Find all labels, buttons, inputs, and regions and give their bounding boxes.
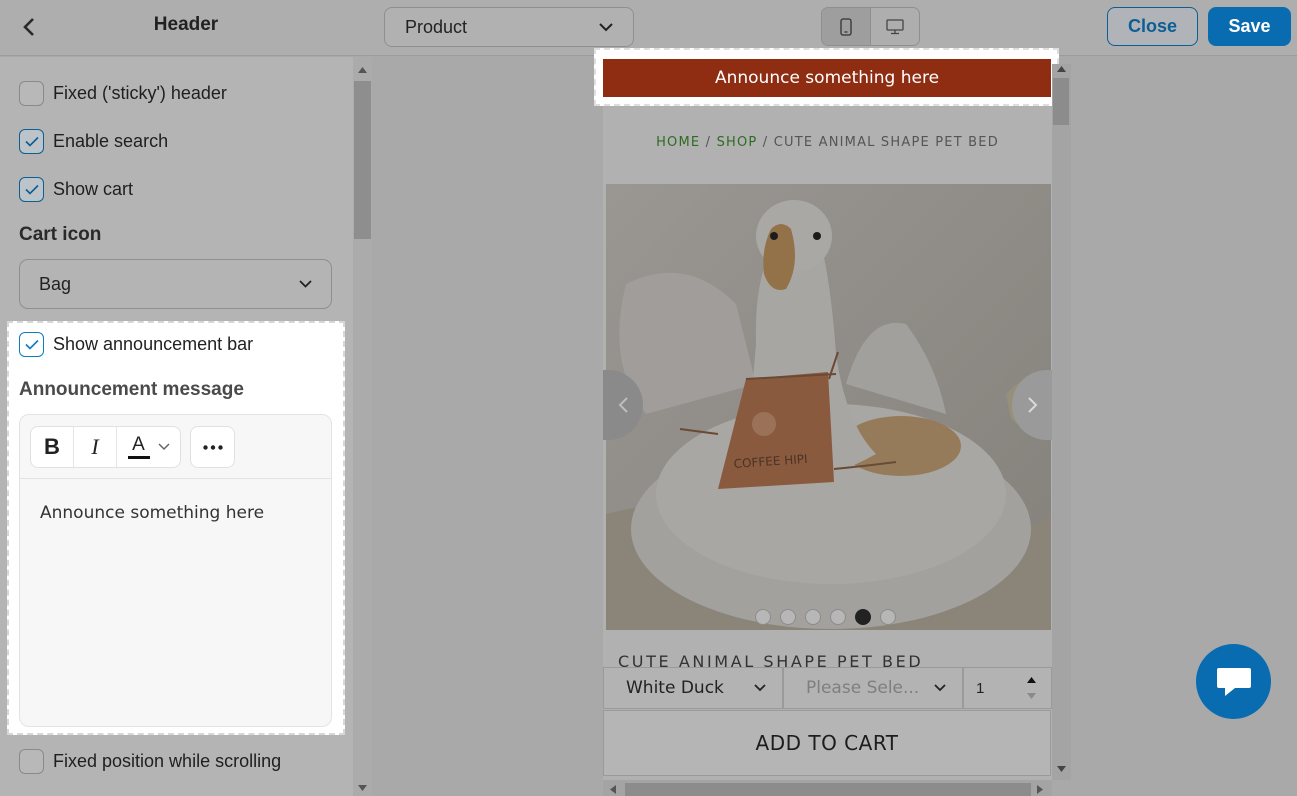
product-image[interactable]: COFFEE HIPI [606,184,1051,630]
gallery-dot[interactable] [805,609,821,625]
cart-icon-heading: Cart icon [19,224,102,245]
panel-title: Header [153,14,219,35]
breadcrumb-home[interactable]: HOME [656,135,700,150]
gallery-dot[interactable] [780,609,796,625]
more-dots-icon [202,444,223,450]
preview-scrollbar[interactable] [1052,64,1071,780]
show-cart-label: Show cart [53,179,134,199]
show-announcement-label: Show announcement bar [53,334,254,354]
chevron-left-icon [618,397,628,413]
checkmark-icon [24,136,39,147]
store-preview: HOME / SHOP / CUTE ANIMAL SHAPE PET BED [603,57,1052,796]
preview-horizontal-scrollbar[interactable] [603,780,1052,796]
fixed-scroll-label: Fixed position while scrolling [53,751,282,771]
sticky-header-checkbox[interactable] [19,81,44,106]
increment-icon[interactable] [1027,677,1036,683]
chevron-down-icon [299,280,312,288]
announcement-bar[interactable]: Announce something here [603,59,1051,97]
settings-panel: Fixed ('sticky') header Enable search Sh… [0,57,372,796]
announcement-text-area[interactable]: Announce something here [20,479,331,547]
preview-horizontal-scrollbar-thumb[interactable] [625,783,1031,796]
text-color-button[interactable]: A [117,427,180,467]
option-select-placeholder: Please Sele... [806,678,920,698]
show-announcement-checkbox[interactable] [19,332,44,357]
fixed-scroll-checkbox[interactable] [19,749,44,774]
chevron-down-icon [599,22,613,31]
mobile-icon [840,17,852,36]
save-button[interactable]: Save [1208,7,1291,46]
panel-scrollbar[interactable] [353,57,372,796]
add-to-cart-button[interactable]: ADD TO CART [603,710,1051,776]
breadcrumb-shop[interactable]: SHOP [717,135,758,150]
text-color-icon: A [127,433,150,459]
gallery-dot[interactable] [830,609,846,625]
quantity-stepper[interactable]: 1 [963,667,1052,709]
checkmark-icon [24,339,39,350]
page-select-value: Product [405,16,468,37]
breadcrumb-current: CUTE ANIMAL SHAPE PET BED [773,135,999,150]
announcement-heading: Announcement message [19,379,244,400]
breadcrumb: HOME / SHOP / CUTE ANIMAL SHAPE PET BED [603,135,1052,150]
text-color-letter: A [132,433,145,455]
italic-button[interactable]: I [74,427,117,467]
scroll-down-icon[interactable] [1057,766,1066,772]
mobile-view-button[interactable] [822,8,871,45]
cart-icon-select[interactable]: Bag [19,259,332,309]
text-color-swatch [127,455,150,459]
variant-select-value: White Duck [626,678,724,698]
announcement-bar-highlight: Announce something here [594,48,1059,106]
sticky-header-option[interactable]: Fixed ('sticky') header [19,81,227,106]
show-cart-option[interactable]: Show cart [19,177,133,202]
gallery-dots [755,609,896,625]
chevron-down-icon [934,684,946,692]
format-group: B I A [30,426,181,468]
close-button[interactable]: Close [1107,7,1198,46]
announcement-settings: Show announcement bar Announcement messa… [7,321,345,735]
bold-button[interactable]: B [31,427,74,467]
chevron-down-icon [754,684,766,692]
page-select[interactable]: Product [384,7,634,47]
breadcrumb-separator: / [700,135,717,150]
chevron-right-icon [1027,397,1037,413]
gallery-dot[interactable] [755,609,771,625]
decrement-icon[interactable] [1027,693,1036,699]
cart-icon-value: Bag [39,273,72,294]
show-announcement-option[interactable]: Show announcement bar [19,332,253,357]
panel-scrollbar-thumb[interactable] [354,81,371,239]
fixed-scroll-option[interactable]: Fixed position while scrolling [19,749,281,774]
checkmark-icon [24,184,39,195]
announcement-editor[interactable]: B I A Announce something here [19,414,332,727]
breadcrumb-separator: / [757,135,774,150]
quantity-value: 1 [976,679,985,697]
show-cart-checkbox[interactable] [19,177,44,202]
product-photo: COFFEE HIPI [606,184,1051,630]
option-select[interactable]: Please Sele... [783,667,963,709]
chat-icon [1216,667,1251,696]
variant-select[interactable]: White Duck [603,667,783,709]
variant-row: White Duck Please Sele... 1 [603,667,1052,709]
scroll-right-icon[interactable] [1037,785,1043,794]
more-options-button[interactable] [190,426,235,468]
chevron-down-icon [157,443,170,451]
enable-search-label: Enable search [53,131,169,151]
enable-search-option[interactable]: Enable search [19,129,168,154]
device-toggle [821,7,920,46]
enable-search-checkbox[interactable] [19,129,44,154]
editor-toolbar: B I A [20,415,331,479]
gallery-dot-active[interactable] [855,609,871,625]
scroll-left-icon[interactable] [610,785,616,794]
chat-button[interactable] [1196,644,1271,719]
sticky-header-label: Fixed ('sticky') header [53,83,227,103]
gallery-dot[interactable] [880,609,896,625]
desktop-icon [886,18,904,34]
scroll-up-icon[interactable] [358,67,367,73]
desktop-view-button[interactable] [871,8,919,45]
scroll-down-icon[interactable] [358,785,367,791]
preview-scrollbar-thumb[interactable] [1053,78,1069,125]
scroll-up-icon[interactable] [1057,66,1066,72]
